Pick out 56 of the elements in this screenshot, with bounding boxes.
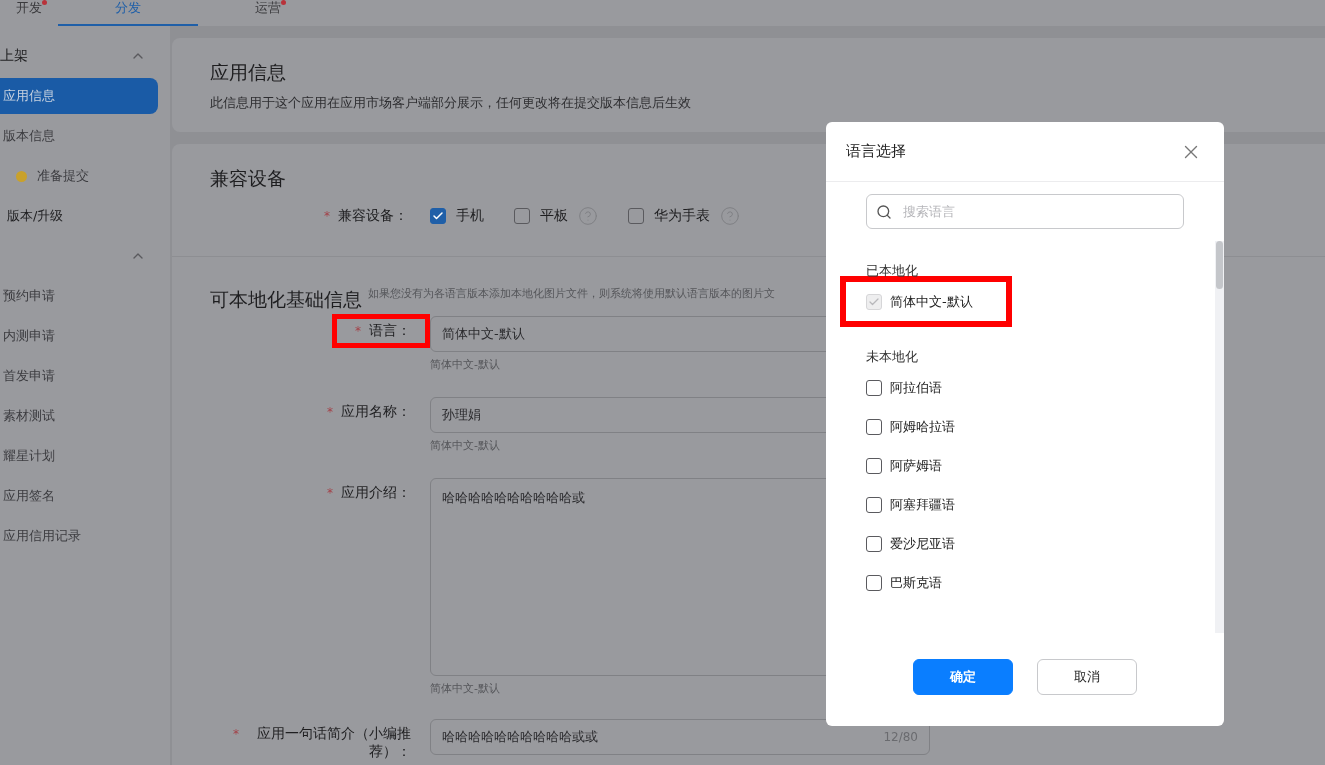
status-label: 准备提交: [37, 167, 89, 185]
dialog-title: 语言选择: [846, 142, 906, 161]
sidebar-item[interactable]: 应用信用记录: [0, 518, 158, 554]
checkbox[interactable]: [866, 379, 882, 396]
sidebar-item[interactable]: 预约申请: [0, 278, 158, 314]
field-label: 语言：: [369, 321, 411, 339]
field-label: 应用介绍：: [341, 483, 411, 501]
required-asterisk: *: [324, 208, 330, 225]
sidebar-item[interactable]: 耀星计划: [0, 438, 158, 474]
confirm-button[interactable]: 确定: [913, 658, 1013, 695]
section-description: 此信息用于这个应用在应用市场客户端部分展示，任何更改将在提交版本信息后生效: [210, 94, 692, 112]
group-title: 上架: [0, 47, 28, 65]
language-label: 阿拉伯语: [890, 378, 942, 397]
top-tab[interactable]: 开发: [0, 0, 58, 26]
field-hint: 简体中文-默认: [430, 682, 500, 696]
field-hint: 简体中文-默认: [430, 358, 500, 372]
sidebar-item[interactable]: 准备提交: [0, 158, 158, 194]
field-hint: 简体中文-默认: [430, 439, 500, 453]
checkbox[interactable]: [628, 208, 644, 224]
checkbox-label: 手机: [456, 207, 484, 225]
field-label: 应用名称：: [341, 402, 411, 420]
sidebar-item[interactable]: 素材测试: [0, 398, 158, 434]
checkbox-label: 华为手表: [654, 207, 710, 225]
language-label: 简体中文-默认: [890, 292, 973, 311]
section-title: 兼容设备: [210, 166, 287, 191]
required-asterisk: *: [355, 323, 361, 340]
section-hint: 如果您没有为各语言版本添加本地化图片文件，则系统将使用默认语言版本的图片文: [368, 287, 775, 301]
sidebar-item[interactable]: 版本信息: [0, 118, 158, 154]
checkbox[interactable]: [866, 574, 882, 591]
checkbox[interactable]: [866, 457, 882, 474]
checkbox[interactable]: [866, 535, 882, 552]
checkbox[interactable]: [866, 418, 882, 435]
sidebar-item[interactable]: 内测申请: [0, 318, 158, 354]
search-icon: [876, 204, 892, 220]
list-heading: 已本地化: [866, 262, 919, 280]
required-asterisk: *: [327, 485, 333, 502]
sidebar-item[interactable]: 应用签名: [0, 478, 158, 514]
section-title: 可本地化基础信息: [210, 287, 362, 312]
field-label: 应用一句话简介（小编推荐）：: [256, 724, 411, 760]
check-icon: [432, 210, 444, 222]
checkbox[interactable]: [514, 208, 530, 224]
field-label: 兼容设备：: [338, 206, 408, 224]
checkbox-label: 平板: [540, 207, 568, 225]
sidebar-item[interactable]: 应用信息: [0, 78, 158, 114]
language-label: 阿萨姆语: [890, 456, 942, 475]
search-field[interactable]: 搜索语言: [866, 194, 1184, 229]
sidebar-item[interactable]: 版本/升级: [0, 198, 158, 234]
required-asterisk: *: [233, 726, 239, 743]
scrollbar[interactable]: [1215, 241, 1224, 633]
sidebar-item[interactable]: 首发申请: [0, 358, 158, 394]
checkbox[interactable]: [866, 496, 882, 513]
required-asterisk: *: [327, 404, 333, 421]
cancel-button[interactable]: 取消: [1037, 658, 1137, 695]
checkbox[interactable]: [430, 208, 446, 224]
top-tab[interactable]: 运营: [198, 0, 338, 26]
section-title: 应用信息: [210, 60, 287, 85]
